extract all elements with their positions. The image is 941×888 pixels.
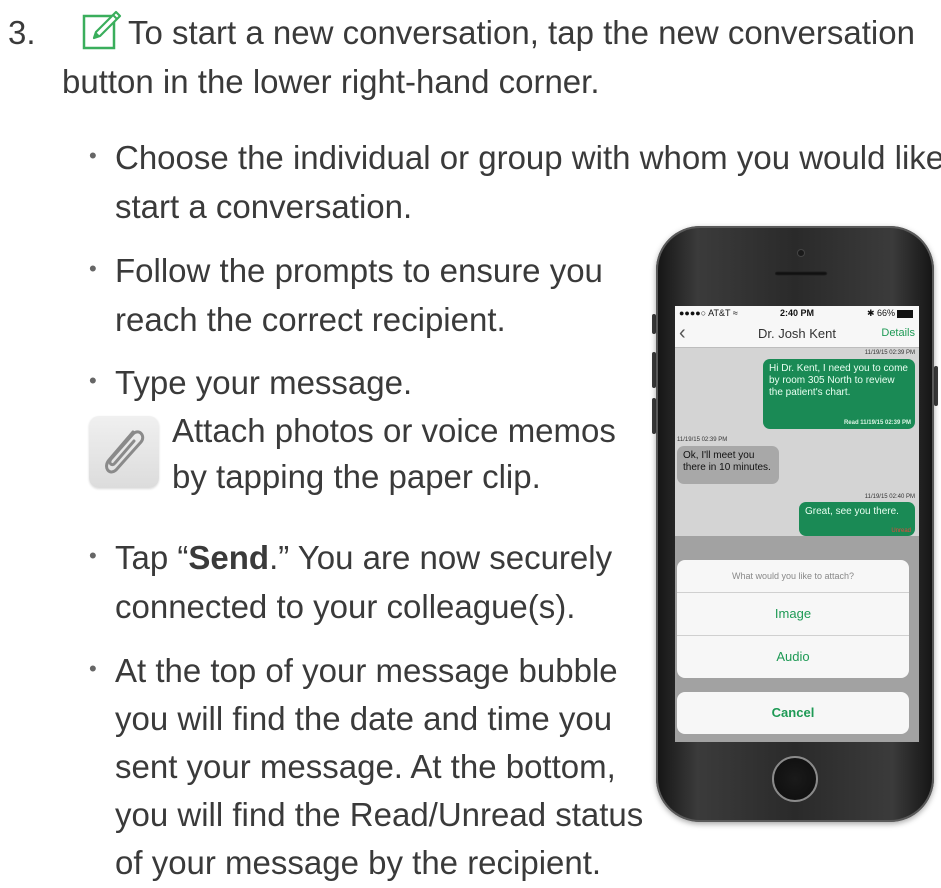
- bullet-5-line-4: you will find the Read/Unread status: [115, 796, 644, 833]
- status-bar: ●●●●○ AT&T ≈ 2:40 PM ✱ 66%: [675, 306, 919, 320]
- step-line-1: To start a new conversation, tap the new…: [128, 14, 915, 51]
- message-bubble-outgoing: Hi Dr. Kent, I need you to come by room …: [763, 359, 915, 429]
- battery-percent: ✱ 66%: [866, 308, 895, 318]
- bullet-2-line-2: reach the correct recipient.: [115, 301, 506, 338]
- cancel-button[interactable]: Cancel: [677, 692, 909, 734]
- bullet-1-line-2: start a conversation.: [115, 188, 413, 225]
- paperclip-icon: [105, 430, 145, 474]
- conversation-nav-bar: ‹ Dr. Josh Kent Details: [675, 320, 919, 348]
- attach-prompt: What would you like to attach?: [677, 560, 909, 593]
- message-bubble-incoming: Ok, I'll meet you there in 10 minutes.: [677, 446, 779, 484]
- attach-action-sheet: What would you like to attach? Image Aud…: [677, 560, 909, 678]
- read-status: Read 11/19/15 02:39 PM: [843, 420, 911, 426]
- bullet-5-line-3: sent your message. At the bottom,: [115, 748, 616, 785]
- speaker-grille: [774, 271, 828, 276]
- cancel-sheet: Cancel: [677, 692, 909, 734]
- bullet-icon: •: [89, 543, 97, 568]
- step-line-2: button in the lower right-hand corner.: [62, 63, 600, 100]
- camera-icon: [798, 250, 804, 256]
- bullet-5-line-5: of your message by the recipient.: [115, 844, 602, 881]
- attach-tip-line-1: Attach photos or voice memos: [172, 412, 616, 449]
- attach-audio-option[interactable]: Audio: [677, 635, 909, 678]
- edit-icon: [82, 8, 122, 52]
- bullet-icon: •: [89, 143, 97, 168]
- bullet-icon: •: [89, 368, 97, 393]
- phone-body: ●●●●○ AT&T ≈ 2:40 PM ✱ 66% ‹ Dr. Josh Ke…: [656, 226, 934, 822]
- bullet-1-line-1: Choose the individual or group with whom…: [115, 139, 941, 176]
- bullet-icon: •: [89, 656, 97, 681]
- message-text: Ok, I'll meet you there in 10 minutes.: [683, 450, 771, 473]
- bullet-5-line-2: you will find the date and time you: [115, 700, 613, 737]
- send-emphasis: Send: [188, 539, 270, 576]
- details-button[interactable]: Details: [881, 327, 915, 339]
- step-number: 3.: [8, 14, 36, 51]
- attach-image-option[interactable]: Image: [677, 593, 909, 635]
- bullet-4-text-a: Tap “: [115, 539, 189, 576]
- message-timestamp: 11/19/15 02:39 PM: [677, 437, 728, 443]
- unread-status: Unread: [891, 528, 911, 534]
- home-button[interactable]: [772, 756, 818, 802]
- phone-power-button: [934, 366, 938, 406]
- attach-tip-line-2: by tapping the paper clip.: [172, 458, 541, 495]
- bullet-5-line-1: At the top of your message bubble: [115, 652, 618, 689]
- message-timestamp: 11/19/15 02:40 PM: [864, 494, 915, 500]
- bullet-4-line-1: Tap “Send.” You are now securely: [115, 533, 612, 583]
- phone-mockup: ●●●●○ AT&T ≈ 2:40 PM ✱ 66% ‹ Dr. Josh Ke…: [650, 226, 940, 826]
- message-text: Great, see you there.: [805, 506, 899, 517]
- bullet-3-line-1: Type your message.: [115, 364, 413, 401]
- bullet-4-line-2: connected to your colleague(s).: [115, 588, 576, 625]
- bullet-4-text-b: .” You are now securely: [269, 539, 613, 576]
- message-text: Hi Dr. Kent, I need you to come by room …: [769, 363, 908, 398]
- phone-screen: ●●●●○ AT&T ≈ 2:40 PM ✱ 66% ‹ Dr. Josh Ke…: [675, 306, 919, 742]
- message-timestamp: 11/19/15 02:39 PM: [864, 350, 915, 356]
- battery-indicator: ✱ 66%: [867, 308, 913, 319]
- paperclip-tile: [89, 416, 159, 488]
- bullet-icon: •: [89, 256, 97, 281]
- bullet-2-line-1: Follow the prompts to ensure you: [115, 252, 603, 289]
- battery-icon: [897, 309, 913, 318]
